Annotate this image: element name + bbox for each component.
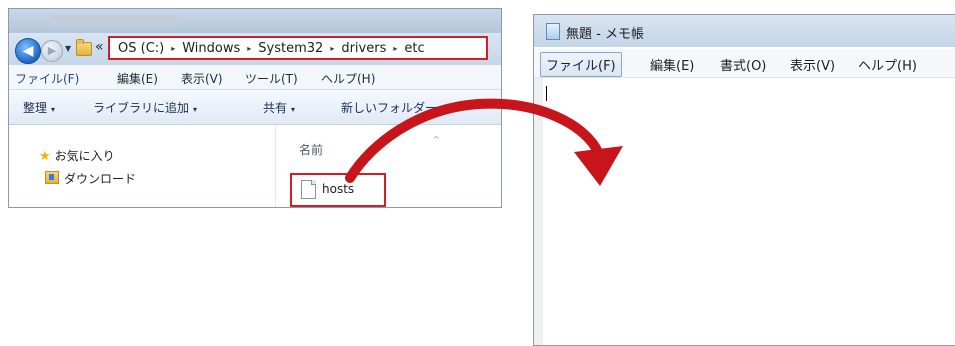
menu-edit[interactable]: 編集(E): [117, 70, 158, 87]
notepad-menu-edit[interactable]: 編集(E): [650, 55, 694, 74]
breadcrumb-windows[interactable]: Windows: [182, 41, 240, 56]
downloads-folder-icon: [45, 171, 59, 184]
text-cursor: [546, 86, 547, 101]
organize-label: 整理: [23, 101, 48, 115]
nav-item-favorites[interactable]: ★ お気に入り: [39, 147, 115, 164]
hosts-file-item[interactable]: hosts: [290, 173, 386, 207]
share-button[interactable]: 共有 ▾: [263, 99, 295, 116]
column-header-name[interactable]: 名前: [299, 141, 323, 158]
breadcrumb-separator-icon[interactable]: ▸: [393, 44, 397, 53]
breadcrumb-overflow-button[interactable]: «: [95, 39, 104, 55]
chevron-down-icon: ▾: [193, 105, 198, 114]
explorer-window: ◀ ▶ ▼ « OS (C:) ▸ Windows ▸ System32 ▸ d…: [8, 8, 502, 208]
notepad-menu-help[interactable]: ヘルプ(H): [858, 55, 917, 74]
notepad-title: 無題 - メモ帳: [566, 27, 644, 42]
chevron-down-icon: ▾: [291, 105, 296, 114]
breadcrumb-separator-icon[interactable]: ▸: [247, 44, 251, 53]
explorer-content: ★ お気に入り ダウンロード 名前 ^ hosts: [9, 125, 501, 207]
menu-file[interactable]: ファイル(F): [15, 70, 79, 87]
titlebar-blur: [49, 15, 179, 25]
menu-help[interactable]: ヘルプ(H): [321, 70, 375, 87]
nav-item-downloads[interactable]: ダウンロード: [45, 170, 136, 187]
address-bar[interactable]: OS (C:) ▸ Windows ▸ System32 ▸ drivers ▸…: [108, 36, 488, 60]
breadcrumb-separator-icon[interactable]: ▸: [171, 44, 175, 53]
forward-button[interactable]: ▶: [41, 40, 63, 62]
breadcrumb-os-c[interactable]: OS (C:): [118, 41, 164, 56]
hosts-file-label: hosts: [322, 182, 355, 196]
menu-view[interactable]: 表示(V): [181, 70, 223, 87]
star-icon: ★: [39, 149, 51, 164]
explorer-navigation-bar: ◀ ▶ ▼ « OS (C:) ▸ Windows ▸ System32 ▸ d…: [9, 33, 501, 65]
notepad-menu-format[interactable]: 書式(O): [720, 55, 766, 74]
add-to-library-button[interactable]: ライブラリに追加 ▾: [93, 99, 197, 116]
favorites-label: お気に入り: [54, 149, 115, 163]
breadcrumb-drivers[interactable]: drivers: [341, 41, 386, 56]
organize-button[interactable]: 整理 ▾: [23, 99, 55, 116]
chevron-down-icon: ▾: [51, 105, 56, 114]
history-dropdown-icon[interactable]: ▼: [65, 44, 71, 53]
navigation-pane: ★ お気に入り ダウンロード: [9, 125, 276, 207]
explorer-command-bar: 整理 ▾ ライブラリに追加 ▾ 共有 ▾ 新しいフォルダー: [9, 90, 501, 125]
sort-ascending-icon: ^: [433, 135, 440, 144]
add-to-library-label: ライブラリに追加: [93, 101, 190, 115]
notepad-icon: [546, 23, 560, 40]
notepad-menu-file[interactable]: ファイル(F): [540, 52, 622, 77]
folder-icon: [76, 39, 92, 56]
breadcrumb-system32[interactable]: System32: [258, 41, 323, 56]
notepad-menu-bar: ファイル(F) 編集(E) 書式(O) 表示(V) ヘルプ(H): [534, 49, 955, 78]
notepad-menu-view[interactable]: 表示(V): [790, 55, 835, 74]
notepad-titlebar: 無題 - メモ帳: [534, 15, 955, 47]
new-folder-button[interactable]: 新しいフォルダー: [341, 99, 437, 116]
notepad-text-area[interactable]: [534, 78, 955, 345]
file-icon: [301, 180, 316, 199]
back-button[interactable]: ◀: [15, 38, 41, 64]
breadcrumb-separator-icon[interactable]: ▸: [330, 44, 334, 53]
notepad-window: 無題 - メモ帳 ファイル(F) 編集(E) 書式(O) 表示(V) ヘルプ(H…: [533, 14, 955, 346]
breadcrumb-etc[interactable]: etc: [404, 41, 424, 56]
explorer-titlebar: [9, 9, 501, 33]
menu-tools[interactable]: ツール(T): [245, 70, 298, 87]
downloads-label: ダウンロード: [64, 172, 137, 186]
share-label: 共有: [263, 101, 288, 115]
explorer-menu-bar: ファイル(F) 編集(E) 表示(V) ツール(T) ヘルプ(H): [9, 65, 501, 90]
